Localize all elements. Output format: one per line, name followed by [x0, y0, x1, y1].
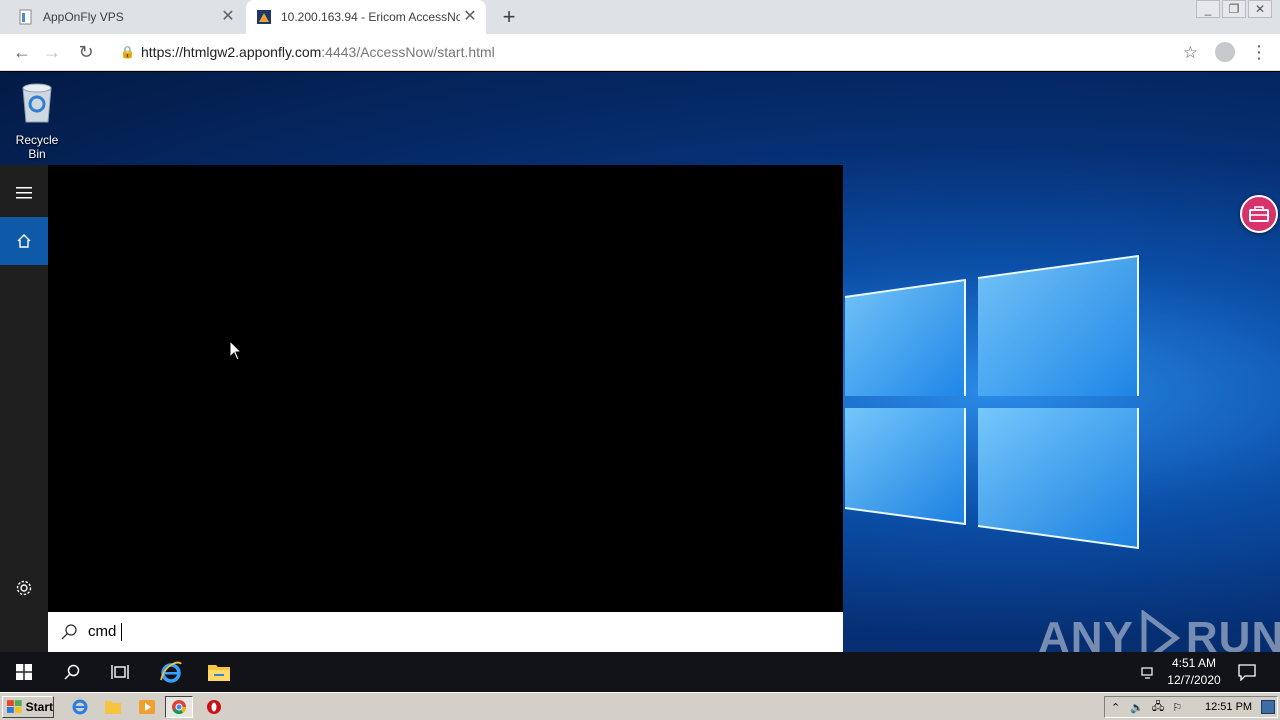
close-tab-icon[interactable]: ✕: [218, 7, 238, 27]
browser-tab-strip: AppOnFly VPS ✕ 10.200.163.94 - Ericom Ac…: [0, 0, 1280, 34]
explorer-quicklaunch-icon[interactable]: [104, 698, 122, 716]
host-start-button[interactable]: Start: [2, 696, 54, 718]
volume-icon[interactable]: 🔈: [1130, 701, 1144, 714]
network-tray-icon[interactable]: 🖧: [1152, 698, 1164, 717]
remote-time: 4:51 AM: [1171, 656, 1217, 670]
page-icon: [19, 9, 32, 25]
windows-flag-icon: [7, 700, 22, 713]
maximize-button[interactable]: ❐: [1222, 0, 1246, 18]
close-window-button[interactable]: ✕: [1248, 0, 1272, 18]
window-controls: _ ❐ ✕: [1194, 0, 1272, 18]
network-icon[interactable]: [1140, 664, 1156, 680]
show-desktop-icon[interactable]: [1261, 700, 1275, 714]
host-system-tray: ⌃ 🔈 🖧 ⚐ 12:51 PM: [1104, 696, 1278, 718]
action-center-icon[interactable]: [1238, 663, 1256, 681]
opera-quicklaunch-icon[interactable]: [205, 698, 223, 716]
search-icon: [61, 624, 77, 640]
tab-apponfly[interactable]: AppOnFly VPS ✕: [8, 0, 244, 34]
back-arrow-icon[interactable]: ←: [10, 41, 34, 63]
reload-icon[interactable]: ↻: [74, 41, 98, 63]
profile-avatar-icon[interactable]: [1215, 42, 1235, 62]
recycle-bin-label: Recycle Bin: [15, 133, 59, 161]
host-clock[interactable]: 12:51 PM: [1205, 701, 1252, 713]
tab-title: AppOnFly VPS: [43, 10, 124, 24]
ie-quicklaunch-icon[interactable]: [71, 698, 89, 716]
media-player-quicklaunch-icon[interactable]: [138, 698, 156, 716]
start-menu-rail: [0, 165, 48, 652]
chrome-quicklaunch-button[interactable]: [165, 696, 193, 718]
remote-taskbar: 4:51 AM 12/7/2020: [0, 652, 1280, 692]
home-icon[interactable]: [0, 217, 48, 265]
host-taskbar: Start ⌃ 🔈 🖧 ⚐ 12:51 PM: [0, 692, 1280, 720]
task-view-icon[interactable]: [96, 652, 144, 692]
bookmark-star-icon[interactable]: ☆: [1183, 38, 1198, 67]
forward-arrow-icon[interactable]: →: [40, 41, 64, 63]
remote-date: 12/7/2020: [1167, 673, 1221, 687]
windows-start-icon[interactable]: [0, 652, 48, 692]
tab-title: 10.200.163.94 - Ericom AccessNow: [281, 10, 460, 24]
tab-accessnow[interactable]: 10.200.163.94 - Ericom AccessNow ✕: [246, 0, 486, 34]
watermark-right-text: RUN: [1185, 613, 1280, 652]
start-menu-results-pane: [48, 165, 843, 612]
chrome-icon: [172, 700, 186, 714]
browser-menu-icon[interactable]: ⋮: [1250, 41, 1268, 63]
start-label: Start: [25, 700, 53, 714]
taskbar-search-icon[interactable]: [48, 652, 96, 692]
start-search-box[interactable]: cmd: [48, 612, 843, 652]
new-tab-button[interactable]: +: [497, 6, 521, 28]
lock-icon: 🔒: [120, 45, 135, 59]
remote-system-tray: [1140, 652, 1156, 692]
watermark-left-text: ANY: [1038, 613, 1134, 652]
recycle-bin-icon: [22, 83, 52, 123]
mouse-pointer-icon: [229, 340, 243, 361]
action-flag-icon[interactable]: ⚐: [1172, 701, 1182, 714]
url-text: https://htmlgw2.apponfly.com:4443/Access…: [141, 38, 495, 67]
anyrun-watermark: ANY RUN: [1038, 610, 1280, 652]
ericom-icon: [257, 10, 271, 24]
hamburger-menu-icon[interactable]: [0, 169, 48, 217]
tray-expand-icon[interactable]: ⌃: [1111, 701, 1120, 714]
toolbox-icon: [1249, 206, 1269, 222]
internet-explorer-icon[interactable]: [147, 652, 195, 692]
windows-logo-wallpaper: [844, 254, 1139, 550]
address-bar[interactable]: 🔒 https://htmlgw2.apponfly.com:4443/Acce…: [108, 38, 1206, 67]
browser-toolbar: ← → ↻ 🔒 https://htmlgw2.apponfly.com:444…: [0, 34, 1280, 71]
remote-desktop: Recycle Bin cmd ANY RUN: [0, 72, 1280, 652]
file-explorer-icon[interactable]: [195, 652, 243, 692]
search-query-text: cmd: [88, 623, 117, 640]
minimize-button[interactable]: _: [1196, 0, 1220, 18]
url-path: :4443/AccessNow/start.html: [321, 44, 495, 60]
recycle-bin-shortcut[interactable]: Recycle Bin: [6, 80, 68, 161]
toolbox-button[interactable]: [1240, 195, 1278, 233]
text-caret: [121, 623, 122, 641]
remote-clock[interactable]: 4:51 AM 12/7/2020: [1162, 655, 1226, 689]
url-host: https://htmlgw2.apponfly.com: [141, 44, 322, 60]
play-logo-icon: [1141, 610, 1180, 652]
close-tab-icon[interactable]: ✕: [460, 7, 480, 27]
settings-gear-icon[interactable]: [0, 564, 48, 612]
